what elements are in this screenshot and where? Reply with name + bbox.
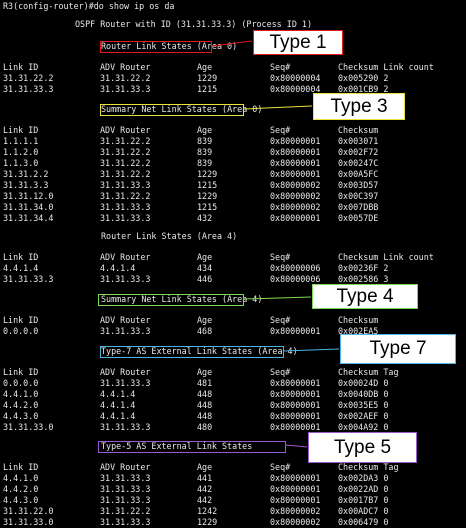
callout-connector bbox=[285, 444, 308, 448]
callout-connector bbox=[243, 296, 312, 300]
callout-connector bbox=[283, 348, 340, 352]
terminal-window[interactable]: R3(config-router)#do show ip os da OSPF … bbox=[0, 0, 466, 527]
callout-connector bbox=[243, 105, 313, 110]
callout-connector bbox=[211, 40, 253, 47]
callout-arrows bbox=[211, 40, 340, 448]
